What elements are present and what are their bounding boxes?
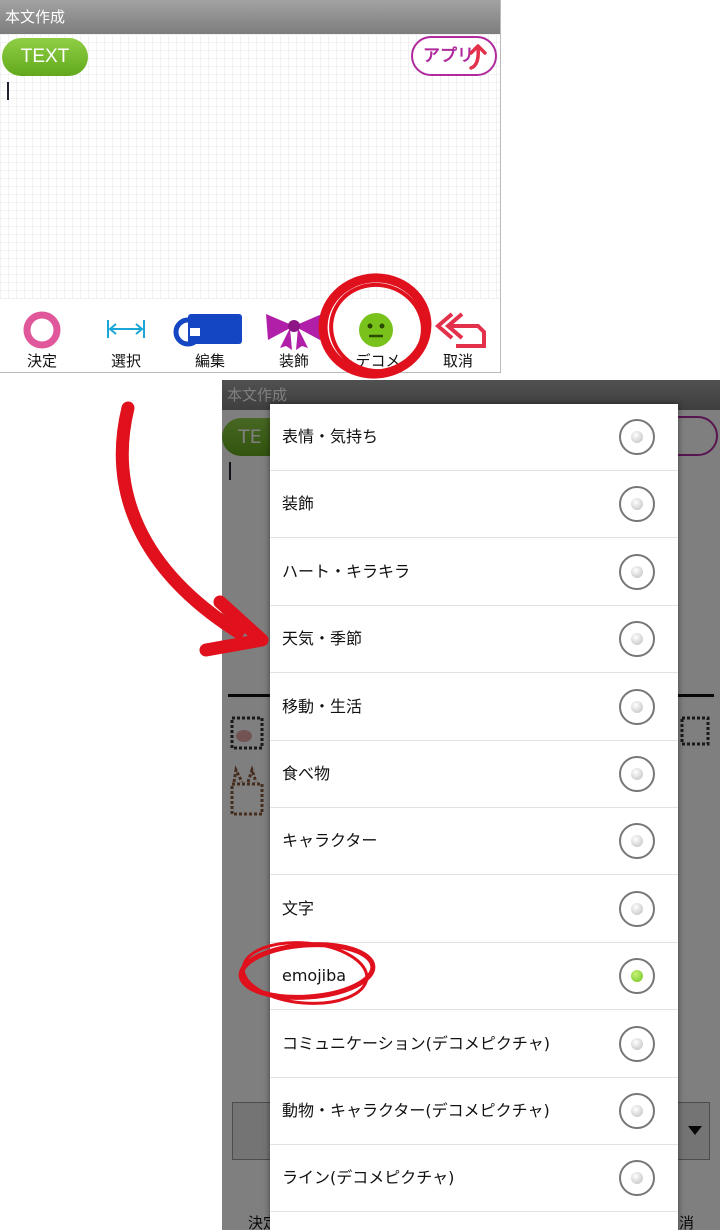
category-option[interactable]: emojiba xyxy=(270,943,678,1011)
radio-dot-icon xyxy=(631,700,643,713)
category-option[interactable]: ライン(デコメピクチャ) xyxy=(270,1145,678,1213)
category-option-label: 移動・生活 xyxy=(282,696,363,716)
circle-icon xyxy=(23,311,61,349)
radio-dot-icon xyxy=(631,1172,643,1185)
radio-button[interactable] xyxy=(619,890,655,927)
radio-button[interactable] xyxy=(619,756,655,792)
title-bar: 本文作成 xyxy=(0,0,500,34)
text-cursor xyxy=(7,82,9,100)
cancel-button[interactable]: 取消 xyxy=(416,300,500,372)
category-option[interactable]: 食べ物 xyxy=(270,741,678,808)
category-option[interactable]: 表情・気持ち xyxy=(270,404,678,471)
category-option-label: 文字 xyxy=(282,898,315,918)
radio-dot-icon xyxy=(631,633,643,646)
radio-button[interactable] xyxy=(619,958,655,995)
decome-button[interactable]: デコメ xyxy=(336,300,420,372)
radio-button[interactable] xyxy=(619,823,655,860)
radio-button[interactable] xyxy=(619,486,655,523)
decome-label: デコメ xyxy=(355,352,401,370)
radio-dot-icon xyxy=(631,1105,643,1117)
category-select-dialog: 表情・気持ち 装飾ハート・キラキラ 天気・季節移動・生活食べ物キャラクター 文字 emo… xyxy=(270,404,678,1230)
edit-button[interactable]: 編集 xyxy=(168,300,252,372)
undo-arrow-icon xyxy=(434,312,486,348)
select-label: 選択 xyxy=(110,352,141,370)
select-button[interactable]: 選択 xyxy=(84,300,168,372)
radio-dot-icon xyxy=(631,431,643,443)
radio-button[interactable] xyxy=(619,1160,655,1197)
select-range-icon xyxy=(107,320,145,338)
category-option[interactable]: ハート・キラキラ xyxy=(270,539,678,606)
decoration-label: 装飾 xyxy=(278,352,309,370)
radio-button[interactable] xyxy=(619,621,655,658)
radio-dot-icon xyxy=(631,768,643,780)
decide-label: 決定 xyxy=(26,352,57,370)
cancel-label: 取消 xyxy=(442,352,473,370)
category-option[interactable]: 天気・季節 xyxy=(270,606,678,674)
red-arrow xyxy=(115,401,245,639)
app-button[interactable]: アプリ xyxy=(411,36,497,76)
radio-button[interactable] xyxy=(619,1025,655,1062)
radio-dot-icon xyxy=(631,835,643,848)
category-option-label: 天気・季節 xyxy=(282,629,363,649)
category-option-label: ハート・キラキラ xyxy=(282,561,411,581)
decoration-button[interactable]: 装飾 xyxy=(252,300,336,372)
category-option-label: ライン(デコメピクチャ) xyxy=(282,1168,455,1188)
radio-button[interactable] xyxy=(619,553,655,590)
category-option[interactable]: キャラクター xyxy=(270,808,678,876)
category-option[interactable]: 動物・キャラクター(デコメピクチャ) xyxy=(270,1078,678,1145)
radio-button[interactable] xyxy=(619,419,655,455)
category-option[interactable]: 移動・生活 xyxy=(270,674,678,741)
edit-label: 編集 xyxy=(194,352,225,370)
ribbon-icon xyxy=(266,314,322,350)
category-option-label: 装飾 xyxy=(282,494,315,514)
radio-dot-icon xyxy=(631,902,643,915)
bottom-toolbar: 決定 選択 編集 装飾 デコメ 取消 xyxy=(0,300,500,372)
category-option-label: キャラクター xyxy=(282,831,378,851)
decide-button[interactable]: 決定 xyxy=(0,300,84,372)
up-arrow-icon xyxy=(469,44,487,70)
category-option[interactable]: 文字 xyxy=(270,876,678,943)
radio-dot-icon xyxy=(631,565,643,578)
category-option-label: 表情・気持ち xyxy=(282,427,379,446)
category-option-label: 動物・キャラクター(デコメピクチャ) xyxy=(282,1101,550,1120)
radio-button[interactable] xyxy=(619,1093,655,1129)
screenshot-compose: 本文作成 TEXT アプリ 決定 選択 編集 装飾 デコメ 取消 xyxy=(0,0,501,373)
radio-dot-icon xyxy=(631,970,643,983)
radio-button[interactable] xyxy=(619,688,655,725)
category-option[interactable]: コミュニケーション(デコメピクチャ) xyxy=(270,1011,678,1078)
category-option-label: コミュニケーション(デコメピクチャ) xyxy=(282,1033,551,1053)
category-option[interactable]: 装飾 xyxy=(270,471,678,539)
radio-dot-icon xyxy=(631,498,643,511)
screenshot-category-dialog: 本文作成 TE 決定 選択 編集 装飾 文字 取消 表情・気持ち装飾ハート・キラ… xyxy=(222,380,720,1230)
category-option-label: emojiba xyxy=(282,966,347,986)
edit-tag-icon xyxy=(173,314,242,347)
category-option-label: 食べ物 xyxy=(282,764,331,783)
text-mode-button[interactable]: TEXT xyxy=(2,38,88,76)
smiley-icon xyxy=(359,313,393,347)
radio-dot-icon xyxy=(631,1037,643,1050)
